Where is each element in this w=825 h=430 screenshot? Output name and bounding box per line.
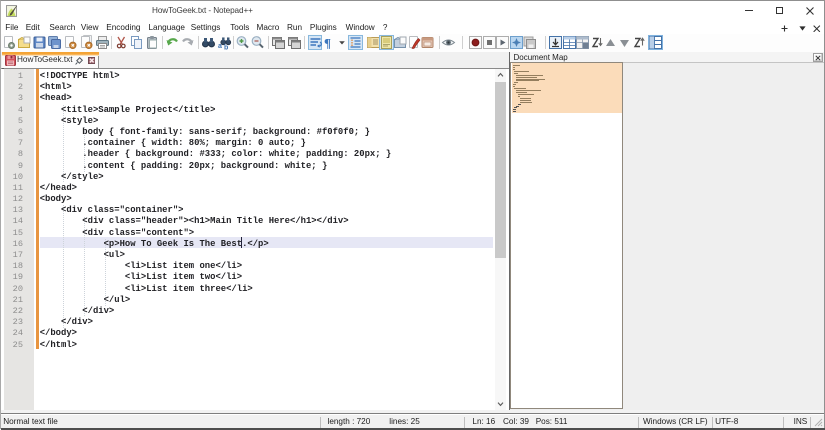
svg-text:b: b	[224, 45, 228, 51]
svg-text:a: a	[218, 43, 222, 50]
svg-text:¶: ¶	[324, 36, 331, 51]
